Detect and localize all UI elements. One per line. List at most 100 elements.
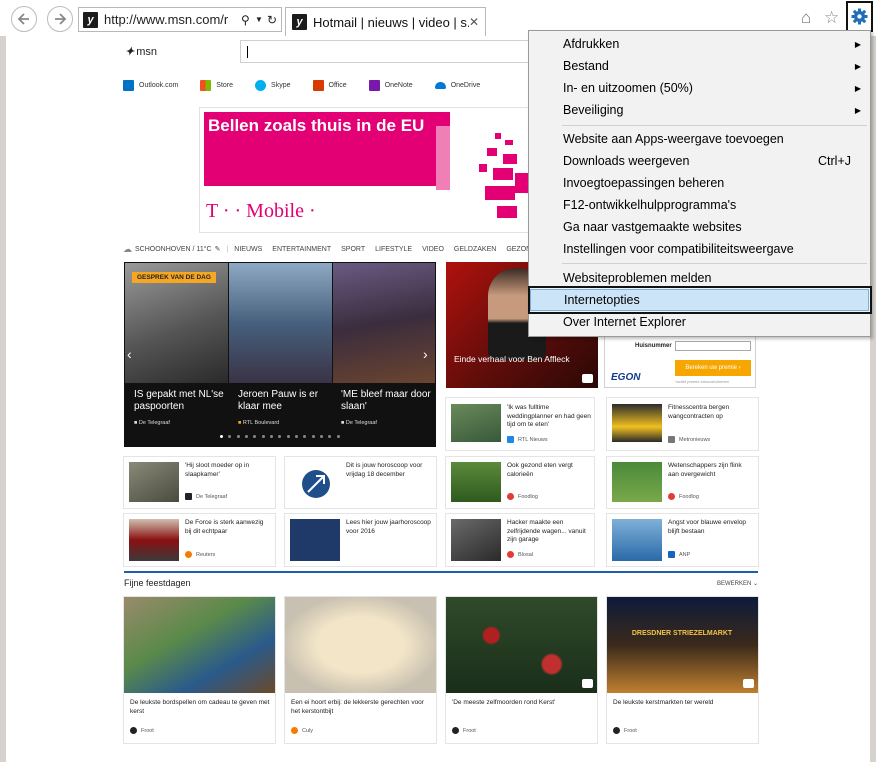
- camera-icon: [582, 679, 593, 688]
- app-onedrive[interactable]: OneDrive: [434, 81, 480, 89]
- search-icon[interactable]: ⚲: [241, 13, 255, 27]
- news-text: Fitnesscentra bergen wangcontracten op: [668, 404, 730, 420]
- news-source-label: RTL Nieuws: [518, 436, 548, 443]
- news-card[interactable]: Ook gezond eten vergt calorieën Foodlog: [446, 457, 594, 508]
- category-nav: ☁ SCHOONHOVEN / 11°C ✎ | NIEUWS ENTERTAI…: [123, 243, 563, 255]
- favorites-star-icon[interactable]: ☆: [824, 8, 839, 28]
- hero-title-2[interactable]: Jeroen Pauw is er klaar mee: [238, 389, 328, 413]
- news-thumb: [129, 519, 179, 561]
- section-divider: [124, 571, 758, 573]
- msn-logo[interactable]: ✦ msn: [125, 45, 157, 59]
- app-store[interactable]: Store: [200, 79, 233, 91]
- address-url[interactable]: http://www.msn.com/r: [104, 12, 241, 27]
- onedrive-icon: [434, 81, 446, 89]
- menu-report-problems[interactable]: Websiteproblemen melden: [530, 267, 869, 289]
- news-text: Hacker maakte een zelfrijdende wagen... …: [507, 519, 586, 543]
- address-bar[interactable]: y http://www.msn.com/r ⚲ ▼ ↻: [78, 7, 282, 32]
- news-card[interactable]: Lees hier jouw jaarhoroscoop voor 2016: [285, 514, 436, 566]
- nav-nieuws[interactable]: NIEUWS: [234, 246, 262, 253]
- news-source: De Telegraaf: [185, 493, 227, 500]
- app-office[interactable]: Office: [312, 79, 347, 91]
- news-card[interactable]: Hacker maakte een zelfrijdende wagen... …: [446, 514, 594, 566]
- news-card[interactable]: 'Hij sloot moeder op in slaapkamer' De T…: [124, 457, 275, 508]
- news-card[interactable]: De Force is sterk aanwezig bij dit echtp…: [124, 514, 275, 566]
- carousel-next-icon[interactable]: ›: [423, 346, 428, 362]
- menu-pinned-sites[interactable]: Ga naar vastgemaakte websites: [530, 216, 869, 238]
- weather-location[interactable]: SCHOONHOVEN / 11°C: [135, 246, 212, 253]
- capricorn-icon: [290, 519, 340, 561]
- ad-banner[interactable]: Bellen zoals thuis in de EU T · · Mobile…: [199, 107, 530, 233]
- nav-video[interactable]: VIDEO: [422, 246, 444, 253]
- menu-add-to-apps[interactable]: Website aan Apps-weergave toevoegen: [530, 128, 869, 150]
- app-label: Office: [328, 81, 347, 89]
- nav-lifestyle[interactable]: LIFESTYLE: [375, 246, 412, 253]
- tools-button[interactable]: [846, 1, 873, 32]
- nav-sport[interactable]: SPORT: [341, 246, 365, 253]
- holiday-source: Froot: [452, 727, 476, 734]
- menu-compat-view[interactable]: Instellingen voor compatibiliteitsweerga…: [530, 238, 869, 260]
- news-card[interactable]: Fitnesscentra bergen wangcontracten op M…: [607, 398, 758, 450]
- menu-zoom[interactable]: In- en uitzoomen (50%) ▶: [530, 77, 869, 99]
- hero-badge: GESPREK VAN DE DAG: [132, 272, 216, 283]
- app-label: OneNote: [384, 81, 413, 89]
- holiday-card[interactable]: De leukste bordspellen om cadeau te geve…: [124, 597, 275, 743]
- hero-title-3[interactable]: 'ME bleef maar door slaan': [341, 389, 431, 413]
- holiday-card[interactable]: Een ei hoort erbij: de lekkerste gerecht…: [285, 597, 436, 743]
- news-card[interactable]: Dit is jouw horoscoop voor vrijdag 18 de…: [285, 457, 436, 508]
- menu-about-ie[interactable]: Over Internet Explorer: [530, 311, 869, 333]
- holiday-source-label: Froot: [141, 727, 154, 734]
- close-tab-icon[interactable]: ✕: [469, 15, 485, 29]
- camera-icon: [743, 679, 754, 688]
- news-card[interactable]: Angst voor blauwe envelop blijft bestaan…: [607, 514, 758, 566]
- holiday-card[interactable]: 'De meeste zelfmoorden rond Kerst' Froot: [446, 597, 597, 743]
- menu-label: In- en uitzoomen (50%): [563, 81, 693, 95]
- menu-beveiliging[interactable]: Beveiliging ▶: [530, 99, 869, 121]
- menu-downloads[interactable]: Downloads weergeven Ctrl+J: [530, 150, 869, 172]
- home-icon[interactable]: ⌂: [801, 8, 811, 28]
- menu-afdrukken[interactable]: Afdrukken ▶: [530, 33, 869, 55]
- bing-search-input[interactable]: [240, 40, 530, 63]
- nav-entertainment[interactable]: ENTERTAINMENT: [272, 246, 331, 253]
- carousel-dots[interactable]: [220, 435, 340, 439]
- hero-source-1: ■ De Telegraaf: [134, 420, 170, 426]
- news-source-label: ANP: [679, 551, 691, 558]
- holiday-image-tree: [446, 597, 597, 693]
- carousel-prev-icon[interactable]: ‹: [127, 346, 132, 362]
- menu-separator: [562, 125, 867, 126]
- hero-carousel[interactable]: GESPREK VAN DE DAG ‹ › IS gepakt met NL'…: [124, 262, 436, 447]
- app-outlook[interactable]: Outlook.com: [123, 79, 178, 91]
- dropdown-icon[interactable]: ▼: [255, 15, 267, 24]
- egon-ad[interactable]: Huisnummer Bereken uw premie › EGON *act…: [604, 335, 756, 388]
- refresh-icon[interactable]: ↻: [267, 13, 281, 27]
- onenote-icon: [368, 79, 380, 91]
- bereken-button[interactable]: Bereken uw premie ›: [675, 360, 751, 376]
- holiday-source-label: Froot: [624, 727, 637, 734]
- back-button[interactable]: [11, 6, 37, 32]
- pencil-icon[interactable]: ✎: [215, 245, 221, 253]
- ad-headline: Bellen zoals thuis in de EU: [208, 116, 425, 135]
- section-edit-button[interactable]: BEWERKEN ⌄: [717, 580, 758, 587]
- menu-bestand[interactable]: Bestand ▶: [530, 55, 869, 77]
- submenu-arrow-icon: ▶: [854, 61, 861, 71]
- news-source: RTL Nieuws: [507, 436, 548, 443]
- tab-msn[interactable]: y Hotmail | nieuws | video | s... ✕: [285, 7, 486, 36]
- hero-title-1[interactable]: IS gepakt met NL'se paspoorten: [134, 389, 224, 413]
- news-card[interactable]: Wetenschappers zijn flink aan overgewich…: [607, 457, 758, 508]
- forward-button[interactable]: [47, 6, 73, 32]
- nav-geldzaken[interactable]: GELDZAKEN: [454, 246, 496, 253]
- menu-addons[interactable]: Invoegtoepassingen beheren: [530, 172, 869, 194]
- menu-f12-tools[interactable]: F12-ontwikkelhulpprogramma's: [530, 194, 869, 216]
- news-text: 'Hij sloot moeder op in slaapkamer': [185, 462, 250, 478]
- office-icon: [312, 79, 324, 91]
- menu-internet-options[interactable]: Internetopties: [530, 289, 869, 311]
- app-skype[interactable]: Skype: [255, 79, 291, 91]
- menu-label: Bestand: [563, 59, 609, 73]
- menu-label: Invoegtoepassingen beheren: [563, 176, 725, 190]
- holiday-card[interactable]: DRESDNER STRIEZELMARKT De leukste kerstm…: [607, 597, 758, 743]
- huisnummer-input[interactable]: [675, 341, 751, 351]
- holiday-image-eggs: [285, 597, 436, 693]
- news-text: Wetenschappers zijn flink aan overgewich…: [668, 462, 742, 478]
- tools-menu: Afdrukken ▶ Bestand ▶ In- en uitzoomen (50…: [528, 30, 871, 337]
- news-card[interactable]: 'Ik was fulltime weddingplanner en had g…: [446, 398, 594, 450]
- app-onenote[interactable]: OneNote: [368, 79, 413, 91]
